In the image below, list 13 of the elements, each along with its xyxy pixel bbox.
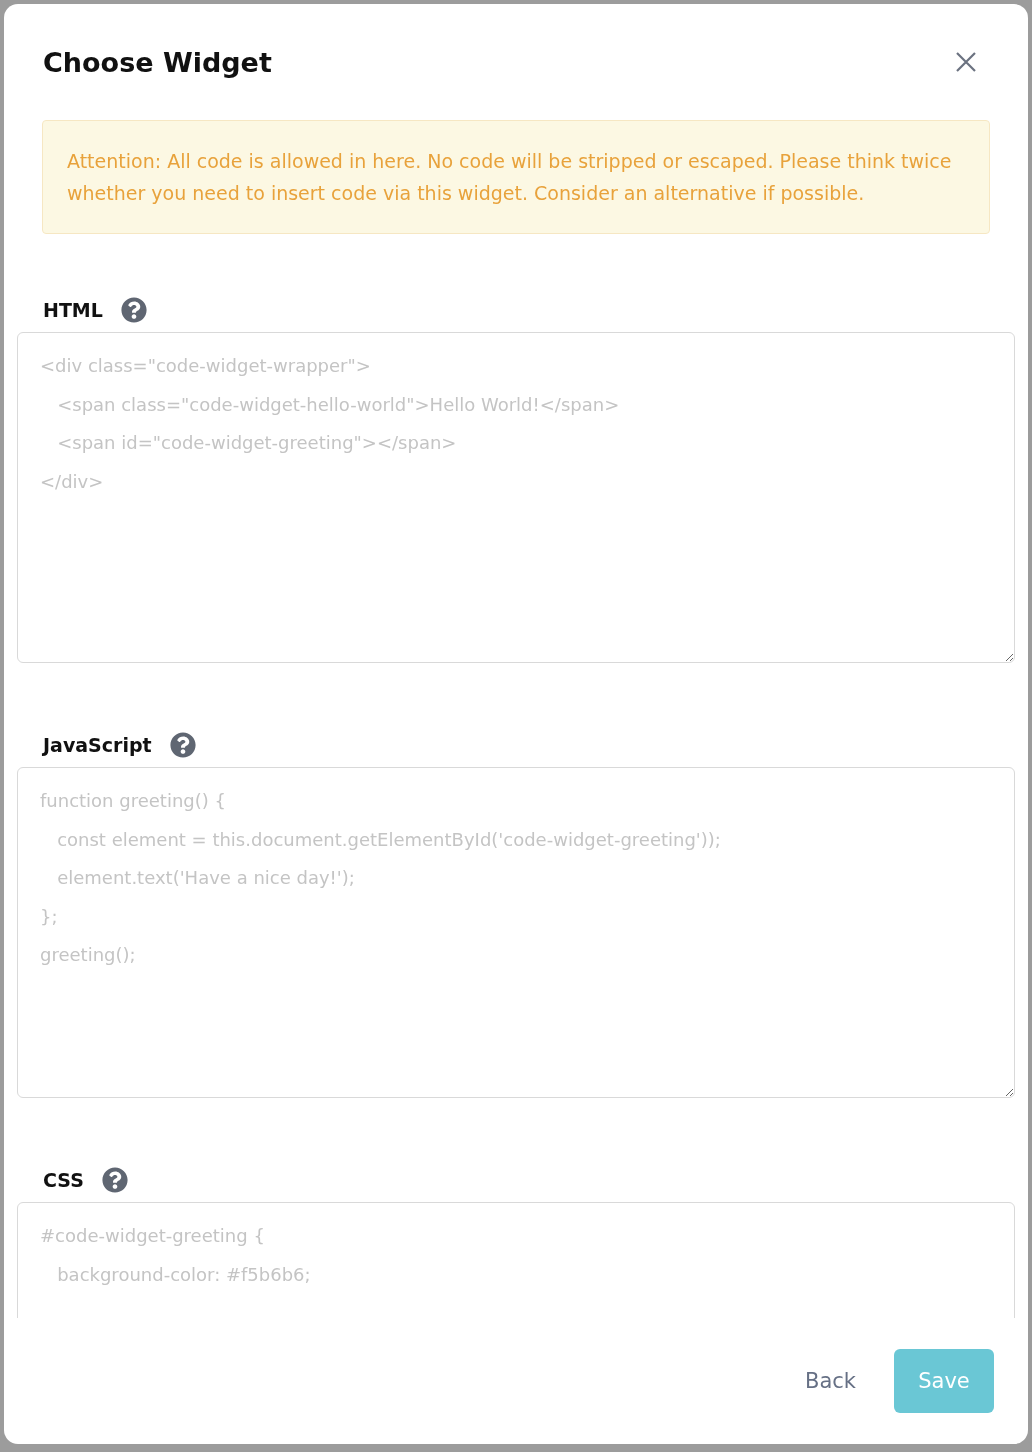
field-label: JavaScript: [43, 734, 152, 756]
code-field[interactable]: <div class="code-widget-wrapper"> <span class="code-widget-hello-world">Hello World!</span> <span id="code-widget-greeting"></span> </div>: [17, 332, 1015, 663]
help-icon[interactable]: [120, 297, 147, 323]
dialog-title: Choose Widget: [43, 46, 272, 78]
help-icon[interactable]: [169, 732, 196, 758]
back-button[interactable]: Back: [793, 1359, 868, 1403]
code-field[interactable]: function greeting() { const element = this.document.getElementById('code-widget-greeting')); element.text('Have a nice day!'); }; greeting();: [17, 767, 1015, 1098]
field-label: HTML: [43, 299, 103, 321]
help-icon[interactable]: [101, 1167, 128, 1193]
warning-alert: Attention: All code is allowed in here. No code will be stripped or escaped. Please think twice whether you need to insert code via this widget. Consider an alternative if possible.: [42, 120, 990, 234]
field-label: CSS: [43, 1169, 84, 1191]
close-icon: [955, 51, 977, 73]
code-field[interactable]: #code-widget-greeting { background-color: #f5b6b6;: [17, 1202, 1015, 1318]
